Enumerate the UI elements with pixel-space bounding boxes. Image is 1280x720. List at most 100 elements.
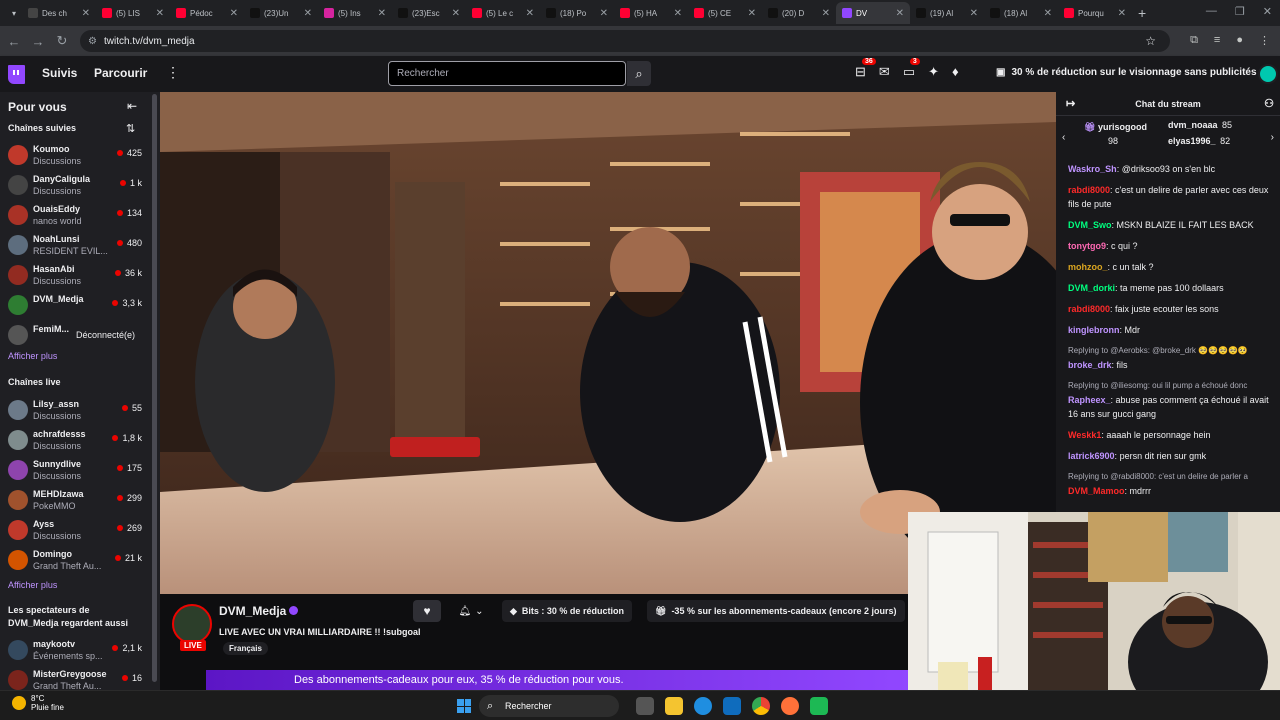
chat-username[interactable]: Waskro_Sh bbox=[1068, 164, 1117, 174]
twitch-logo-icon[interactable] bbox=[8, 65, 25, 84]
chat-username[interactable]: latrick6900 bbox=[1068, 451, 1115, 461]
tab-search-icon[interactable]: ▾ bbox=[6, 9, 22, 18]
tab-close-icon[interactable]: ✕ bbox=[896, 8, 904, 19]
sidebar-channel[interactable]: DanyCaligula Discussions 1 k bbox=[8, 172, 148, 200]
tab-close-icon[interactable]: ✕ bbox=[1044, 8, 1052, 19]
chat-username[interactable]: broke_drk bbox=[1068, 360, 1112, 370]
streamer-name[interactable]: DVM_Medja bbox=[219, 604, 286, 618]
crown-icon[interactable]: ♦ bbox=[952, 64, 959, 80]
whispers-icon[interactable]: ▭ 3 bbox=[903, 58, 920, 80]
tab-close-icon[interactable]: ✕ bbox=[378, 8, 386, 19]
browser-tab[interactable]: (5) Le c ✕ bbox=[466, 2, 540, 24]
chat-username[interactable]: rabdi8000 bbox=[1068, 304, 1110, 314]
reply-context[interactable]: Replying to @rabdi8000: c'est un delire … bbox=[1068, 470, 1272, 484]
user-avatar[interactable] bbox=[1258, 64, 1278, 84]
ad-free-promo[interactable]: ▣ 30 % de réduction sur le visionnage sa… bbox=[996, 67, 1257, 78]
browser-tab[interactable]: Pourqu ✕ bbox=[1058, 2, 1132, 24]
chat-username[interactable]: kinglebronn bbox=[1068, 325, 1120, 335]
sidebar-scrollbar[interactable] bbox=[152, 94, 157, 682]
browser-tab[interactable]: (5) LIS ✕ bbox=[96, 2, 170, 24]
edge-icon[interactable] bbox=[694, 697, 712, 715]
browser-tab[interactable]: DV ✕ bbox=[836, 2, 910, 24]
language-tag[interactable]: Français bbox=[223, 642, 268, 655]
nav-browse[interactable]: Parcourir bbox=[94, 66, 147, 80]
sidebar-channel[interactable]: FemiM... Déconnecté(e) bbox=[8, 322, 148, 350]
top-gifter-3[interactable]: elyas1996_ 82 bbox=[1168, 136, 1230, 146]
reply-context[interactable]: Replying to @Aerobks: @broke_drk 🥺🥺🥺🥺🥺 bbox=[1068, 344, 1272, 358]
tab-close-icon[interactable]: ✕ bbox=[156, 8, 164, 19]
tab-close-icon[interactable]: ✕ bbox=[1118, 8, 1126, 19]
chrome-icon[interactable] bbox=[752, 697, 770, 715]
sort-icon[interactable]: ⇅ bbox=[126, 122, 135, 135]
tab-close-icon[interactable]: ✕ bbox=[822, 8, 830, 19]
chat-username[interactable]: Rapheex_ bbox=[1068, 395, 1111, 405]
tab-close-icon[interactable]: ✕ bbox=[600, 8, 608, 19]
follow-heart-button[interactable]: ♥ bbox=[413, 600, 441, 622]
show-more-live[interactable]: Afficher plus bbox=[8, 580, 57, 590]
reload-icon[interactable]: ↻ bbox=[50, 33, 74, 49]
gift-subs-button[interactable]: 🎁︎ -35 % sur les abonnements-cadeaux (en… bbox=[647, 600, 905, 622]
sidebar-channel[interactable]: DVM_Medja 3,3 k bbox=[8, 292, 148, 320]
firefox-icon[interactable] bbox=[781, 697, 799, 715]
browser-tab[interactable]: (5) CE ✕ bbox=[688, 2, 762, 24]
new-tab-button[interactable]: + bbox=[1138, 5, 1146, 21]
browser-tab[interactable]: (19) Al ✕ bbox=[910, 2, 984, 24]
sidebar-channel[interactable]: Koumoo Discussions 425 bbox=[8, 142, 148, 170]
task-view-icon[interactable] bbox=[636, 697, 654, 715]
profile-icon[interactable]: ● bbox=[1236, 34, 1243, 47]
chat-username[interactable]: DVM_Mamoo bbox=[1068, 486, 1125, 496]
taskbar-search[interactable]: ⌕ Rechercher bbox=[479, 695, 619, 717]
url-field[interactable]: ⚙ twitch.tv/dvm_medja ☆ bbox=[80, 30, 1170, 52]
maximize-icon[interactable]: ❐ bbox=[1235, 5, 1245, 18]
sidebar-channel[interactable]: Domingo Grand Theft Au... 21 k bbox=[8, 547, 148, 575]
chat-username[interactable]: Weskk1 bbox=[1068, 430, 1101, 440]
tab-close-icon[interactable]: ✕ bbox=[304, 8, 312, 19]
media-icon[interactable]: ≡ bbox=[1214, 34, 1220, 47]
notifications-icon[interactable]: ⊟ 36 bbox=[855, 58, 876, 80]
search-input[interactable] bbox=[389, 62, 625, 85]
store-icon[interactable] bbox=[723, 697, 741, 715]
collapse-sidebar-icon[interactable]: ⇤ bbox=[127, 99, 137, 113]
reply-context[interactable]: Replying to @iliesomg: oui lil pump a éc… bbox=[1068, 379, 1272, 393]
bookmark-star-icon[interactable]: ☆ bbox=[1145, 34, 1156, 48]
chat-username[interactable]: rabdi8000 bbox=[1068, 185, 1110, 195]
close-window-icon[interactable]: ✕ bbox=[1263, 5, 1272, 18]
chat-username[interactable]: tonytgo9 bbox=[1068, 241, 1106, 251]
sidebar-channel[interactable]: maykootv Événements sp... 2,1 k bbox=[8, 637, 148, 665]
sidebar-channel[interactable]: NoahLunsi RESIDENT EVIL... 480 bbox=[8, 232, 148, 260]
browser-tab[interactable]: (18) Po ✕ bbox=[540, 2, 614, 24]
chevron-left-icon[interactable]: ‹ bbox=[1062, 132, 1065, 143]
browser-tab[interactable]: (18) Al ✕ bbox=[984, 2, 1058, 24]
tab-close-icon[interactable]: ✕ bbox=[526, 8, 534, 19]
app-icon[interactable] bbox=[810, 697, 828, 715]
tab-close-icon[interactable]: ✕ bbox=[82, 8, 90, 19]
tab-close-icon[interactable]: ✕ bbox=[970, 8, 978, 19]
gift-sub-banner[interactable]: Des abonnements-cadeaux pour eux, 35 % d… bbox=[206, 670, 908, 690]
forward-icon[interactable]: → bbox=[26, 34, 50, 49]
browser-tab[interactable]: (5) HA ✕ bbox=[614, 2, 688, 24]
tab-close-icon[interactable]: ✕ bbox=[230, 8, 238, 19]
sidebar-channel[interactable]: MisterGreygoose Grand Theft Au... 16 bbox=[8, 667, 148, 690]
collapse-chat-icon[interactable]: ↦ bbox=[1066, 97, 1075, 110]
back-icon[interactable]: ← bbox=[2, 34, 26, 49]
top-gifter-1[interactable]: 🎁︎ yurisogood bbox=[1084, 122, 1147, 133]
notifications-bell-button[interactable]: 🔔︎ ⌄ bbox=[452, 600, 490, 622]
show-more-followed[interactable]: Afficher plus bbox=[8, 351, 57, 361]
search-icon[interactable]: ⌕ bbox=[627, 61, 651, 86]
chat-username[interactable]: DVM_Swo bbox=[1068, 220, 1112, 230]
file-explorer-icon[interactable] bbox=[665, 697, 683, 715]
minimize-icon[interactable]: — bbox=[1206, 5, 1217, 18]
chat-username[interactable]: mohzoo_ bbox=[1068, 262, 1108, 272]
browser-tab[interactable]: (20) D ✕ bbox=[762, 2, 836, 24]
extensions-icon[interactable]: ⧉ bbox=[1190, 34, 1198, 47]
site-info-icon[interactable]: ⚙ bbox=[88, 36, 97, 47]
sidebar-channel[interactable]: Sunnydlive Discussions 175 bbox=[8, 457, 148, 485]
chevron-right-icon[interactable]: › bbox=[1271, 132, 1274, 143]
sidebar-channel[interactable]: OuaisEddy nanos world 134 bbox=[8, 202, 148, 230]
nav-following[interactable]: Suivis bbox=[42, 66, 77, 80]
windows-start-icon[interactable] bbox=[457, 699, 471, 713]
browser-tab[interactable]: (23)Esc ✕ bbox=[392, 2, 466, 24]
chat-username[interactable]: DVM_dorki bbox=[1068, 283, 1115, 293]
sidebar-channel[interactable]: achrafdesss Discussions 1,8 k bbox=[8, 427, 148, 455]
sidebar-channel[interactable]: MEHDIzawa PokeMMO 299 bbox=[8, 487, 148, 515]
